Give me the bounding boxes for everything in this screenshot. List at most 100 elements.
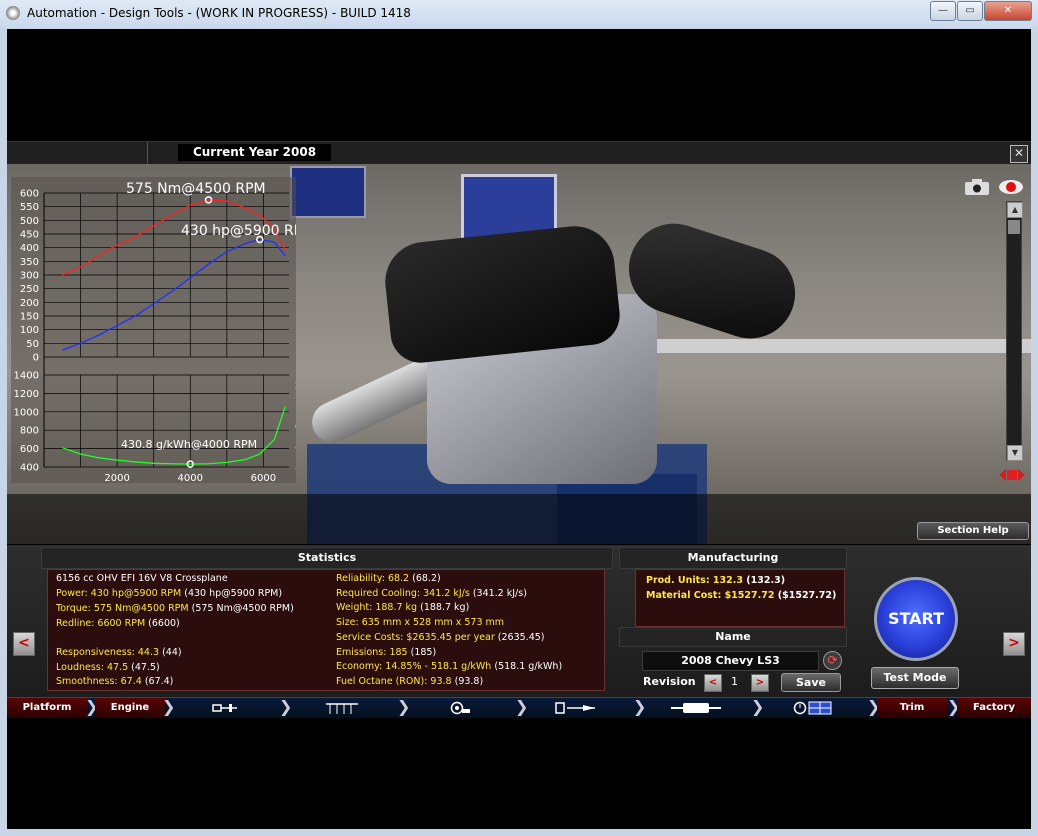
engine-viewport[interactable]: 600 550 500 450 400 350 300 250 200 150 100 50 0 1400…	[7, 164, 1031, 544]
y-tick-label: 500	[20, 216, 39, 227]
y-tick-label: 400	[20, 243, 39, 254]
torque-annotation: 575 Nm@4500 RPM	[126, 181, 266, 197]
test-mode-button[interactable]: Test Mode	[871, 667, 959, 689]
y-tick-label: 1200	[14, 389, 39, 400]
x-tick-label: 4000	[178, 473, 203, 483]
workbench	[657, 339, 1031, 353]
economy-annotation: 430.8 g/kWh@4000 RPM	[121, 438, 257, 451]
scroll-up-button[interactable]: ▲	[1007, 202, 1023, 218]
engine-graph: 6005505004504003503002502001501005001400…	[14, 181, 296, 483]
start-button[interactable]: START	[874, 577, 958, 661]
stat-row: Redline: 6600 RPM (6600)	[56, 618, 180, 629]
y-tick-label: 300	[20, 271, 39, 282]
engine-cover	[381, 222, 623, 366]
minimize-button[interactable]: —	[930, 1, 956, 21]
divider	[147, 142, 148, 164]
window-title: Automation - Design Tools - (WORK IN PRO…	[27, 6, 411, 20]
stat-row: Loudness: 47.5 (47.5)	[56, 662, 160, 673]
engine-name-field[interactable]: 2008 Chevy LS3	[642, 651, 819, 671]
stat-row: Reliability: 68.2 (68.2)	[336, 573, 441, 584]
window-titlebar: Automation - Design Tools - (WORK IN PRO…	[0, 0, 1038, 29]
chevron-icon: ❯	[515, 697, 529, 716]
nav-trim[interactable]: Trim	[877, 698, 947, 718]
nav-turbo-icon[interactable]	[449, 701, 471, 715]
scroll-thumb[interactable]	[1008, 220, 1020, 234]
stat-row: Economy: 14.85% - 518.1 g/kWh (518.1 g/k…	[336, 661, 563, 673]
y-tick-label: 100	[20, 325, 39, 336]
nav-valvetrain-icon[interactable]	[325, 701, 359, 715]
y-tick-label: 50	[26, 339, 39, 350]
nav-platform[interactable]: Platform	[7, 698, 87, 718]
right-y-tick-label: -0.2	[295, 443, 296, 453]
stat-row: Power: 430 hp@5900 RPM (430 hp@5900 RPM)	[56, 588, 283, 599]
right-y-tick-label: 1.4	[295, 402, 296, 412]
manufacturing-box: Prod. Units: 132.3 (132.3) Material Cost…	[635, 569, 845, 627]
revision-next-button[interactable]: >	[751, 674, 769, 692]
stat-row: Service Costs: $2635.45 per year (2635.4…	[336, 631, 545, 643]
name-header: Name	[619, 627, 847, 647]
nav-engine[interactable]: Engine	[95, 698, 165, 718]
nav-crank-icon[interactable]	[212, 702, 238, 714]
nav-factory[interactable]: Factory	[957, 698, 1031, 718]
wall-poster	[290, 166, 366, 218]
prev-section-button[interactable]: <	[13, 632, 35, 656]
revision-prev-button[interactable]: <	[704, 674, 722, 692]
floor-shadow	[7, 494, 1031, 544]
refresh-icon[interactable]: ⟳	[823, 651, 842, 670]
close-button[interactable]: ✕	[984, 1, 1032, 21]
y-tick-label: 200	[20, 298, 39, 309]
rotate-gizmo-icon[interactable]	[997, 464, 1027, 486]
y-tick-label: 450	[20, 230, 39, 241]
statistics-box: 6156 cc OHV EFI 16V V8 Crossplane Power: …	[47, 569, 605, 691]
zoom-scrollbar[interactable]: ▲ ▼	[1006, 201, 1023, 461]
stat-row: 6156 cc OHV EFI 16V V8 Crossplane	[56, 573, 228, 584]
app-icon	[6, 6, 20, 20]
y-tick-label: 600	[20, 189, 39, 200]
chevron-icon: ❯	[279, 697, 293, 716]
y-tick-label: 800	[20, 426, 39, 437]
stat-row: Responsiveness: 44.3 (44)	[56, 647, 182, 658]
chevron-icon: ❯	[867, 697, 881, 716]
nav-test-results-icon[interactable]	[793, 700, 833, 716]
prod-units-stat: Prod. Units: 132.3 (132.3)	[646, 575, 786, 586]
material-cost-stat: Material Cost: $1527.72 ($1527.72)	[646, 590, 837, 601]
revision-label: Revision	[643, 675, 696, 688]
y-tick-label: 400	[20, 463, 39, 474]
record-icon[interactable]	[997, 178, 1025, 196]
right-y-tick-label: -1.0	[295, 464, 296, 474]
current-year-label: Current Year 2008	[178, 144, 331, 161]
nav-fuel-icon[interactable]	[555, 701, 599, 715]
stat-row: Emissions: 185 (185)	[336, 646, 437, 658]
scroll-down-button[interactable]: ▼	[1007, 445, 1023, 461]
next-section-button[interactable]: >	[1003, 632, 1025, 656]
x-tick-label: 2000	[104, 473, 129, 483]
right-y-tick-label: 0.6	[295, 423, 296, 433]
y-tick-label: 150	[20, 312, 39, 323]
engine-graph-panel: 600 550 500 450 400 350 300 250 200 150 100 50 0 1400…	[11, 177, 296, 483]
stat-row: Smoothness: 67.4 (67.4)	[56, 676, 174, 687]
maximize-button[interactable]: ▭	[957, 1, 983, 21]
chevron-icon: ❯	[162, 697, 176, 716]
stat-row: Weight: 188.7 kg (188.7 kg)	[336, 602, 470, 614]
stat-row: Size: 635 mm x 528 mm x 573 mm	[336, 617, 505, 629]
y-tick-label: 0	[33, 353, 39, 364]
close-view-button[interactable]: ✕	[1010, 145, 1028, 163]
series-line-power	[62, 238, 286, 351]
y-tick-label: 550	[20, 202, 39, 213]
game-client: Current Year 2008 ✕ 600 550 500 450 400 350 30…	[7, 29, 1031, 829]
y-tick-label: 350	[20, 257, 39, 268]
chevron-icon: ❯	[85, 697, 99, 716]
year-bar: Current Year 2008 ✕	[7, 141, 1031, 164]
statistics-header: Statistics	[41, 547, 613, 569]
section-help-button[interactable]: Section Help	[917, 522, 1029, 540]
y-tick-label: 250	[20, 284, 39, 295]
camera-icon[interactable]	[962, 178, 992, 196]
stat-row: Required Cooling: 341.2 kJ/s (341.2 kJ/s…	[336, 587, 527, 599]
stat-row: Torque: 575 Nm@4500 RPM (575 Nm@4500 RPM…	[56, 603, 294, 614]
power-annotation: 430 hp@5900 RPM	[181, 223, 296, 239]
bottom-panel: Statistics Manufacturing < 6156 cc OHV E…	[7, 545, 1031, 697]
save-button[interactable]: Save	[781, 673, 841, 692]
revision-value: 1	[731, 675, 738, 688]
right-y-tick-label: 2.2	[295, 382, 296, 392]
nav-exhaust-icon[interactable]	[671, 702, 721, 714]
